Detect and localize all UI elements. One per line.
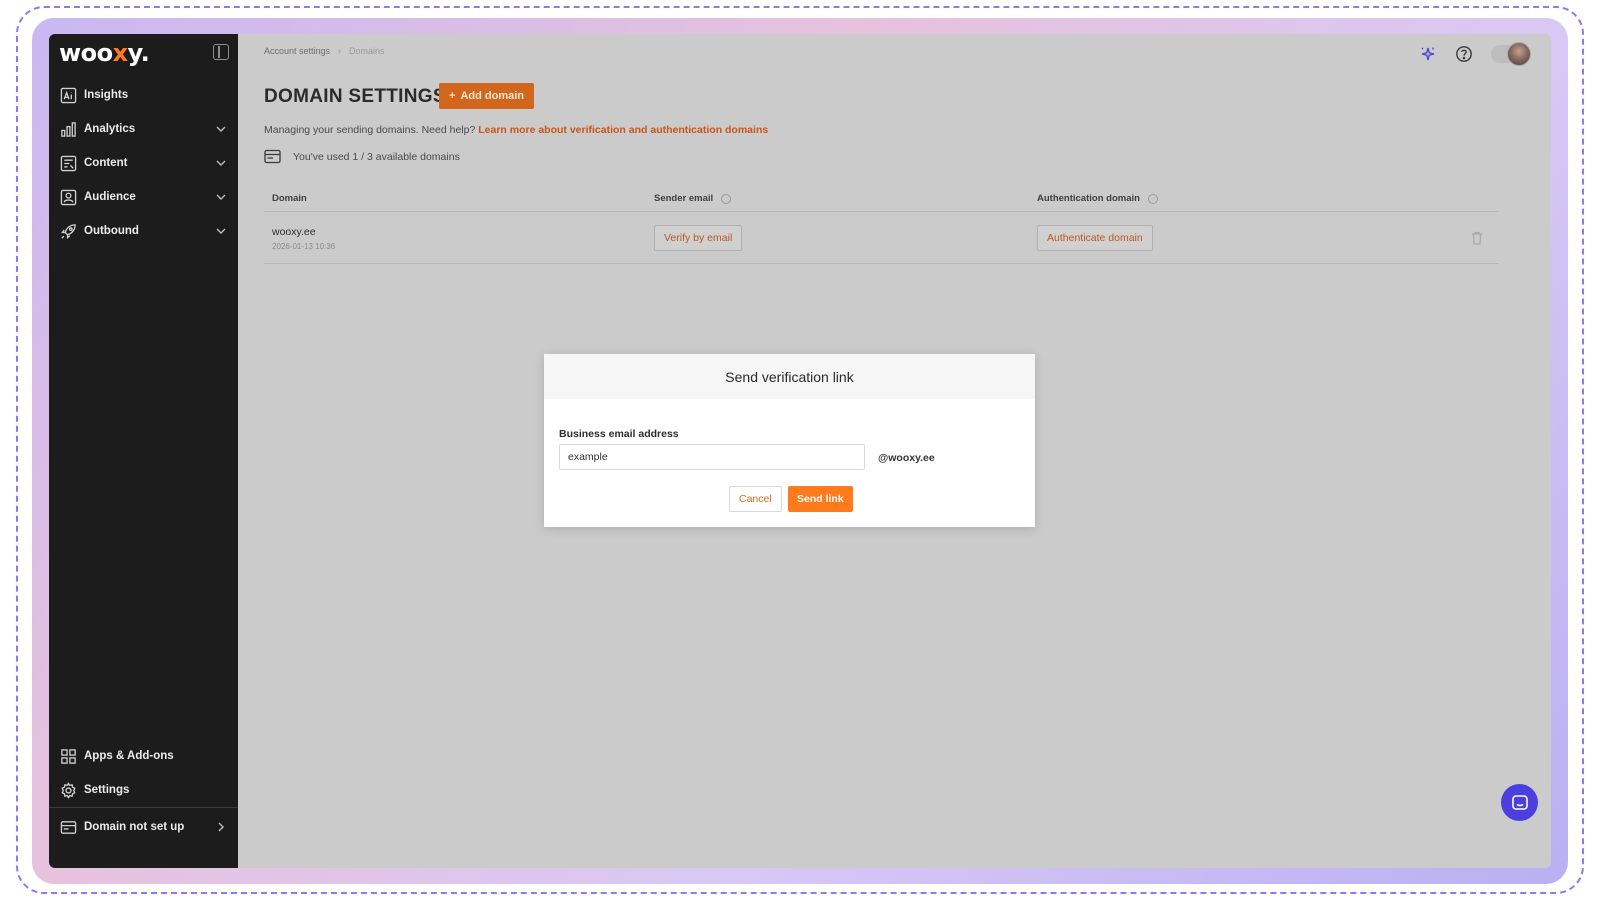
sidebar-item-label: Domain not set up xyxy=(84,821,185,833)
domain-date: 2026-01-13 10:36 xyxy=(272,242,336,251)
domain-cell: wooxy.ee 2026-01-13 10:36 xyxy=(272,226,335,251)
info-icon[interactable] xyxy=(1147,193,1158,204)
help-text: Managing your sending domains. Need help… xyxy=(264,124,768,136)
logo: wooxy. xyxy=(59,39,150,67)
column-header-auth: Authentication domain xyxy=(1037,193,1158,204)
sidebar-item-insights[interactable]: Insights xyxy=(49,80,238,110)
help-link[interactable]: Learn more about verification and authen… xyxy=(478,124,768,136)
table-row: wooxy.ee 2026-01-13 10:36 Verify by emai… xyxy=(264,212,1499,264)
email-field-label: Business email address xyxy=(559,428,679,440)
column-header-sender: Sender email xyxy=(654,193,732,204)
sidebar: wooxy. Insights Analytics Content Audien… xyxy=(49,34,238,868)
insights-icon xyxy=(59,86,77,104)
audience-icon xyxy=(59,188,77,206)
trash-icon[interactable] xyxy=(1471,231,1483,245)
user-menu[interactable] xyxy=(1491,42,1531,66)
page-title: DOMAIN SETTINGS xyxy=(264,86,446,107)
sidebar-item-label: Insights xyxy=(84,89,129,101)
breadcrumb-parent[interactable]: Account settings xyxy=(264,46,330,56)
table-header: Domain Sender email Authentication domai… xyxy=(264,182,1499,212)
chevron-down-icon[interactable] xyxy=(214,122,228,136)
cancel-button[interactable]: Cancel xyxy=(729,486,782,512)
content-icon xyxy=(59,154,77,172)
sidebar-item-label: Analytics xyxy=(84,123,136,135)
breadcrumb: Account settings › Domains xyxy=(264,46,385,56)
sparkle-icon[interactable] xyxy=(1419,45,1437,63)
verify-by-email-button[interactable]: Verify by email xyxy=(654,225,743,251)
sidebar-divider xyxy=(49,807,238,808)
modal-title: Send verification link xyxy=(544,354,1035,399)
top-bar-actions xyxy=(1419,42,1531,66)
breadcrumb-current: Domains xyxy=(349,46,385,56)
breadcrumb-separator: › xyxy=(338,46,342,56)
grid-icon xyxy=(59,747,77,765)
main-content: Account settings › Domains DOMAIN SETTIN… xyxy=(238,34,1551,868)
usage-text: You've used 1 / 3 available domains xyxy=(293,150,460,163)
sidebar-item-label: Audience xyxy=(84,191,136,203)
bar-chart-icon xyxy=(59,120,77,138)
sidebar-item-domain-status[interactable]: Domain not set up xyxy=(49,812,238,842)
sidebar-item-label: Settings xyxy=(84,784,130,796)
sidebar-item-analytics[interactable]: Analytics xyxy=(49,114,238,144)
gear-icon xyxy=(59,781,77,799)
sidebar-item-label: Outbound xyxy=(84,225,139,237)
column-header-domain: Domain xyxy=(272,193,307,204)
domain-card-icon xyxy=(59,818,77,836)
logo-accent: x xyxy=(112,39,128,67)
usage-info: You've used 1 / 3 available domains xyxy=(264,149,460,164)
help-text-body: Managing your sending domains. Need help… xyxy=(264,124,476,136)
sidebar-item-apps[interactable]: Apps & Add-ons xyxy=(49,741,238,771)
sidebar-item-settings[interactable]: Settings xyxy=(49,775,238,805)
add-domain-label: Add domain xyxy=(460,90,524,102)
column-header-label: Authentication domain xyxy=(1037,193,1140,204)
send-link-button[interactable]: Send link xyxy=(788,486,853,512)
app-window: wooxy. Insights Analytics Content Audien… xyxy=(49,34,1551,868)
collapse-sidebar-icon[interactable] xyxy=(213,44,229,60)
chat-icon xyxy=(1511,794,1528,810)
add-domain-button[interactable]: + Add domain xyxy=(439,83,534,109)
chevron-down-icon[interactable] xyxy=(214,224,228,238)
chat-launcher-button[interactable] xyxy=(1501,784,1538,821)
help-icon[interactable] xyxy=(1455,45,1473,63)
sidebar-item-label: Apps & Add-ons xyxy=(84,750,174,762)
plus-icon: + xyxy=(449,90,456,102)
info-icon[interactable] xyxy=(721,193,732,204)
sidebar-item-content[interactable]: Content xyxy=(49,148,238,178)
chevron-down-icon[interactable] xyxy=(214,190,228,204)
column-header-label: Sender email xyxy=(654,193,714,204)
domain-card-icon xyxy=(264,149,281,164)
chevron-down-icon[interactable] xyxy=(214,156,228,170)
column-header-label: Domain xyxy=(272,193,307,204)
logo-part: woo xyxy=(59,39,113,67)
domain-name: wooxy.ee xyxy=(272,226,316,238)
business-email-input[interactable] xyxy=(559,444,865,470)
verification-modal: Send verification link Business email ad… xyxy=(544,354,1035,527)
avatar xyxy=(1507,42,1531,66)
sidebar-item-audience[interactable]: Audience xyxy=(49,182,238,212)
domains-table: Domain Sender email Authentication domai… xyxy=(264,182,1499,264)
rocket-icon xyxy=(59,222,77,240)
sidebar-item-outbound[interactable]: Outbound xyxy=(49,216,238,246)
chevron-right-icon[interactable] xyxy=(214,820,228,834)
logo-part: y. xyxy=(127,39,150,67)
sidebar-item-label: Content xyxy=(84,157,128,169)
email-domain-suffix: @wooxy.ee xyxy=(878,452,935,464)
authenticate-domain-button[interactable]: Authenticate domain xyxy=(1037,225,1153,251)
